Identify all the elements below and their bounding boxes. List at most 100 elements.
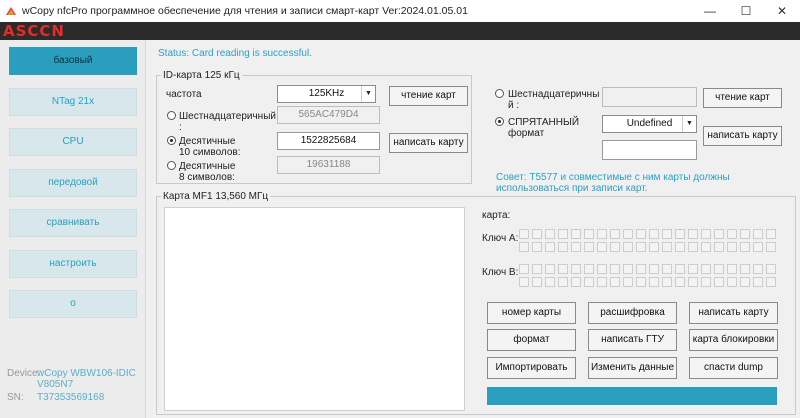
key-byte-cell xyxy=(753,277,763,287)
hidden-format-radio[interactable] xyxy=(495,117,504,126)
mf1-card-label: карта: xyxy=(482,210,511,221)
key-byte-cell xyxy=(636,277,646,287)
key-byte-cell xyxy=(636,264,646,274)
key-byte-cell xyxy=(519,229,529,239)
sidebar-item-advanced[interactable]: передовой xyxy=(9,169,137,197)
id-read-card-button[interactable]: чтение карт xyxy=(389,86,468,106)
right-extra-input[interactable] xyxy=(602,140,697,160)
sidebar-item-compare[interactable]: сравнивать xyxy=(9,209,137,237)
dec8-label: Десятичные xyxy=(179,161,236,172)
key-byte-cell xyxy=(519,264,529,274)
edit-data-button[interactable]: Изменить данные xyxy=(588,357,677,379)
id-write-card-button[interactable]: написать карту xyxy=(389,133,468,153)
key-b-label: Ключ B: xyxy=(482,267,519,278)
title-bar: wCopy nfcPro программное обеспечение для… xyxy=(0,0,800,22)
sidebar-item-about[interactable]: о xyxy=(9,290,137,318)
key-byte-cell xyxy=(753,242,763,252)
lock-card-button[interactable]: карта блокировки xyxy=(689,329,778,351)
key-byte-cell xyxy=(571,229,581,239)
progress-bar xyxy=(487,387,777,405)
key-byte-cell xyxy=(584,277,594,287)
dec10-label: Десятичные xyxy=(179,136,236,147)
hex-label: Шестнадцатеричный xyxy=(179,111,276,122)
frequency-value: 125KHz xyxy=(308,88,345,99)
key-byte-cell xyxy=(740,229,750,239)
hex-colon: : xyxy=(179,122,182,133)
key-byte-cell xyxy=(558,242,568,252)
key-byte-cell xyxy=(571,242,581,252)
key-byte-cell xyxy=(610,229,620,239)
sidebar: базовый NTag 21x CPU передовой сравниват… xyxy=(0,40,146,418)
main-panel: Status: Card reading is successful. ID-к… xyxy=(146,40,800,418)
frequency-select[interactable]: 125KHz ▼ xyxy=(277,85,376,103)
key-byte-cell xyxy=(532,264,542,274)
key-byte-cell xyxy=(649,229,659,239)
sidebar-item-cpu[interactable]: CPU xyxy=(9,128,137,156)
key-byte-cell xyxy=(545,229,555,239)
brand-bar: ASCCN xyxy=(0,22,800,40)
key-byte-cell xyxy=(662,277,672,287)
key-byte-cell xyxy=(636,242,646,252)
minimize-button[interactable]: — xyxy=(692,0,728,22)
key-byte-cell xyxy=(753,264,763,274)
key-byte-cell xyxy=(688,242,698,252)
brand-logo: ASCCN xyxy=(3,22,65,40)
close-button[interactable]: ✕ xyxy=(764,0,800,22)
import-button[interactable]: Импортировать xyxy=(487,357,576,379)
format-value: Undefined xyxy=(626,118,673,129)
key-byte-cell xyxy=(532,242,542,252)
key-byte-cell xyxy=(766,264,776,274)
key-byte-cell xyxy=(532,277,542,287)
write-gtu-button[interactable]: написать ГТУ xyxy=(588,329,677,351)
sidebar-item-ntag[interactable]: NTag 21x xyxy=(9,88,137,116)
key-byte-cell xyxy=(597,277,607,287)
key-byte-cell xyxy=(597,264,607,274)
key-byte-cell xyxy=(519,242,529,252)
key-byte-cell xyxy=(714,242,724,252)
key-byte-cell xyxy=(610,264,620,274)
key-byte-cell xyxy=(701,277,711,287)
key-byte-cell xyxy=(727,242,737,252)
key-byte-cell xyxy=(675,277,685,287)
key-byte-cell xyxy=(701,242,711,252)
maximize-button[interactable]: ☐ xyxy=(728,0,764,22)
key-byte-cell xyxy=(649,264,659,274)
key-byte-cell xyxy=(688,277,698,287)
hex-radio[interactable] xyxy=(167,111,176,120)
key-byte-cell xyxy=(740,277,750,287)
mf1-data-list[interactable] xyxy=(164,207,465,411)
key-byte-cell xyxy=(662,242,672,252)
dec10-radio[interactable] xyxy=(167,136,176,145)
key-byte-cell xyxy=(623,229,633,239)
key-byte-cell xyxy=(545,242,555,252)
sidebar-item-settings[interactable]: настроить xyxy=(9,250,137,278)
key-byte-cell xyxy=(610,242,620,252)
decrypt-button[interactable]: расшифровка xyxy=(588,302,677,324)
sidebar-item-basic[interactable]: базовый xyxy=(9,47,137,75)
id-card-legend: ID-карта 125 кГц xyxy=(163,70,240,81)
device-info: Device: wCopy WBW106-IDIC V805N7 SN: T37… xyxy=(7,368,137,403)
key-byte-cell xyxy=(675,229,685,239)
format-button[interactable]: формат xyxy=(487,329,576,351)
frequency-label: частота xyxy=(166,89,202,100)
key-byte-cell xyxy=(740,264,750,274)
window-title: wCopy nfcPro программное обеспечение для… xyxy=(22,5,468,17)
mf1-write-card-button[interactable]: написать карту xyxy=(689,302,778,324)
right-hex-radio[interactable] xyxy=(495,89,504,98)
key-byte-cell xyxy=(584,264,594,274)
key-byte-cell xyxy=(753,229,763,239)
dec8-radio[interactable] xyxy=(167,161,176,170)
chevron-down-icon: ▼ xyxy=(682,116,696,132)
card-number-button[interactable]: номер карты xyxy=(487,302,576,324)
right-write-card-button[interactable]: написать карту xyxy=(703,126,782,146)
key-byte-cell xyxy=(571,277,581,287)
right-hex-label-2: й : xyxy=(508,100,520,111)
save-dump-button[interactable]: спасти dump xyxy=(689,357,778,379)
key-byte-cell xyxy=(597,229,607,239)
device-label: Device: xyxy=(7,368,41,379)
format-select[interactable]: Undefined ▼ xyxy=(602,115,697,133)
hidden-format-label-2: формат xyxy=(508,128,545,139)
key-byte-cell xyxy=(571,264,581,274)
dec10-input[interactable]: 1522825684 xyxy=(277,132,380,150)
right-read-card-button[interactable]: чтение карт xyxy=(703,88,782,108)
